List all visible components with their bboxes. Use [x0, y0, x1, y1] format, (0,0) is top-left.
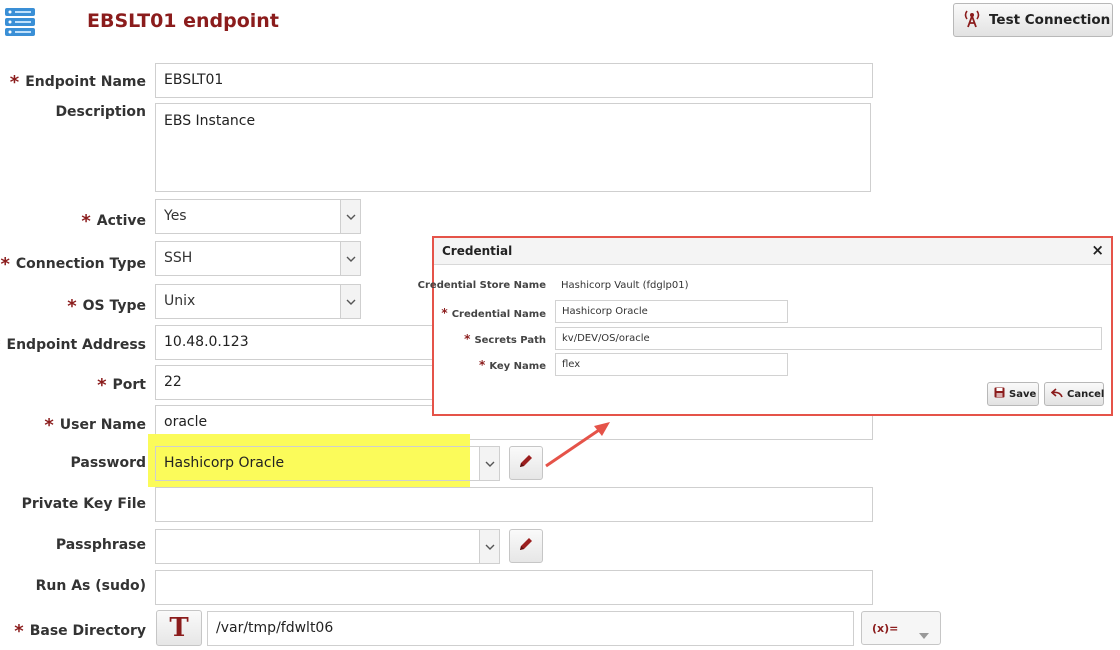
run-as-input[interactable]	[155, 570, 873, 605]
chevron-down-icon[interactable]	[479, 530, 499, 563]
key-name-label: * Key Name	[479, 358, 546, 372]
chevron-down-icon[interactable]	[340, 242, 360, 275]
description-label: Description	[55, 104, 146, 120]
test-connection-label: Test Connection	[989, 12, 1111, 28]
required-marker: *	[0, 254, 10, 275]
credential-store-name-label: Credential Store Name	[417, 280, 546, 291]
key-name-input[interactable]: flex	[555, 353, 788, 376]
os-type-label: * OS Type	[67, 296, 146, 317]
antenna-icon	[962, 8, 982, 32]
test-connection-button[interactable]: Test Connection	[953, 3, 1113, 37]
callout-arrow	[545, 422, 610, 468]
save-label: Save	[1009, 388, 1037, 400]
credential-dialog: Credential × Credential Store Name Hashi…	[418, 236, 1113, 416]
description-textarea[interactable]: EBS Instance	[155, 103, 871, 192]
cancel-button[interactable]: Cancel	[1044, 382, 1104, 406]
expression-dropdown[interactable]: (x)=	[861, 611, 941, 645]
private-key-file-label: Private Key File	[21, 496, 146, 512]
os-type-select[interactable]: Unix	[155, 284, 361, 319]
credential-name-input[interactable]: Hashicorp Oracle	[555, 300, 788, 323]
required-marker: *	[44, 415, 54, 436]
run-as-label: Run As (sudo)	[35, 578, 146, 594]
password-select[interactable]: Hashicorp Oracle	[155, 446, 500, 481]
undo-icon	[1050, 387, 1063, 401]
chevron-down-icon	[918, 625, 930, 644]
connection-type-select[interactable]: SSH	[155, 241, 361, 276]
port-label: * Port	[97, 375, 146, 396]
pencil-icon	[518, 536, 534, 556]
password-label: Password	[70, 455, 146, 471]
pencil-icon	[518, 453, 534, 473]
credential-name-label: * Credential Name	[441, 306, 546, 320]
connection-type-label: * Connection Type	[0, 254, 146, 275]
chevron-down-icon[interactable]	[340, 200, 360, 233]
passphrase-label: Passphrase	[55, 537, 146, 553]
required-marker: *	[81, 211, 91, 232]
secrets-path-input[interactable]: kv/DEV/OS/oracle	[555, 327, 1102, 350]
text-type-icon: T	[169, 613, 189, 643]
required-marker: *	[67, 296, 77, 317]
endpoint-address-label: *Endpoint Address	[0, 333, 146, 356]
active-label: * Active	[81, 211, 146, 232]
credential-store-name-value: Hashicorp Vault (fdglp01)	[561, 280, 689, 291]
text-type-button[interactable]: T	[156, 610, 202, 646]
cancel-label: Cancel	[1067, 388, 1105, 400]
chevron-down-icon[interactable]	[479, 447, 499, 480]
private-key-file-input[interactable]	[155, 487, 873, 522]
active-select[interactable]: Yes	[155, 199, 361, 234]
save-button[interactable]: Save	[987, 382, 1039, 406]
dialog-header: Credential ×	[434, 238, 1111, 265]
expression-icon: (x)=	[872, 621, 899, 635]
dialog-title: Credential	[442, 244, 513, 258]
page-title: EBSLT01 endpoint	[87, 10, 279, 32]
base-directory-input[interactable]: /var/tmp/fdwlt06	[207, 611, 854, 646]
endpoint-name-label: * Endpoint Name	[9, 72, 146, 93]
password-edit-button[interactable]	[509, 446, 543, 480]
required-marker: *	[0, 335, 1, 356]
base-directory-label: * Base Directory	[14, 621, 146, 642]
endpoint-name-input[interactable]: EBSLT01	[155, 63, 873, 98]
floppy-icon	[994, 387, 1005, 401]
required-marker: *	[9, 72, 20, 93]
passphrase-edit-button[interactable]	[509, 529, 543, 563]
user-name-label: * User Name	[44, 415, 146, 436]
secrets-path-label: * Secrets Path	[464, 332, 546, 346]
close-icon[interactable]: ×	[1091, 241, 1104, 259]
passphrase-select[interactable]	[155, 529, 500, 564]
required-marker: *	[97, 375, 107, 396]
server-stack-icon	[4, 6, 36, 38]
required-marker: *	[14, 621, 24, 642]
chevron-down-icon[interactable]	[340, 285, 360, 318]
